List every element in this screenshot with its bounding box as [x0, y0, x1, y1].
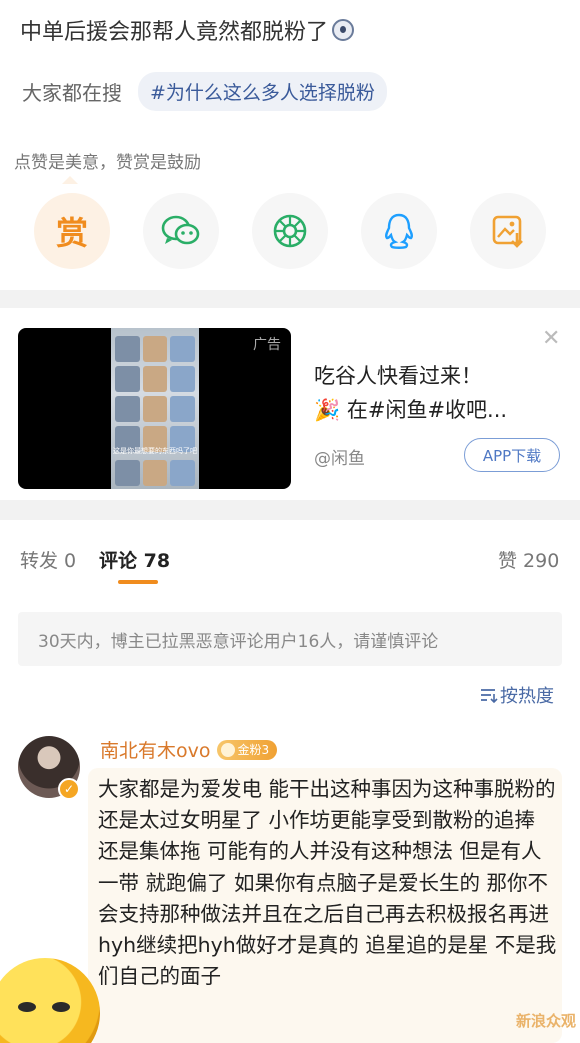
- comment-notice: 30天内，博主已拉黑恶意评论用户16人，请谨慎评论: [18, 612, 562, 666]
- ad-video-caption: 这是你最想要的东西吗了吧: [113, 447, 197, 455]
- moments-icon: [273, 214, 307, 248]
- ad-display-cabinet-image: 这是你最想要的东西吗了吧: [111, 328, 199, 489]
- fan-level-badge: 金粉3: [216, 739, 278, 760]
- share-bar: 赏: [34, 193, 546, 269]
- share-wechat-button[interactable]: [143, 193, 219, 269]
- reward-hint: 点赞是美意，赞赏是鼓励: [14, 153, 201, 173]
- close-icon[interactable]: ✕: [542, 326, 560, 351]
- party-popper-icon: 🎉: [314, 398, 341, 422]
- share-qq-button[interactable]: [361, 193, 437, 269]
- ad-badge: 广告: [253, 337, 281, 353]
- fan-badge-icon: [220, 742, 235, 757]
- watermark: 新浪众观: [516, 1012, 577, 1030]
- tooltip-caret: [62, 176, 78, 184]
- verified-icon: ✓: [58, 778, 80, 800]
- ad-subline-text: 在#闲鱼#收吧...: [346, 398, 508, 422]
- post-title-text: 中单后援会那帮人竟然都脱粉了: [20, 20, 329, 45]
- app-download-button[interactable]: APP下载: [464, 438, 560, 472]
- active-tab-indicator: [118, 580, 158, 584]
- weibo-post-page: 中单后援会那帮人竟然都脱粉了 大家都在搜 #为什么这么多人选择脱粉 点赞是美意，…: [0, 0, 580, 1043]
- shocked-face-icon: [332, 19, 355, 41]
- trending-search-label: 大家都在搜: [22, 81, 122, 105]
- save-image-icon: [492, 215, 523, 248]
- post-tabs: 转发 0 评论 78 赞 290: [0, 520, 580, 590]
- sort-icon: [481, 689, 498, 704]
- post-title: 中单后援会那帮人竟然都脱粉了: [20, 14, 355, 46]
- wechat-icon: [161, 215, 200, 245]
- trending-search-tag[interactable]: #为什么这么多人选择脱粉: [138, 72, 387, 111]
- tab-repost[interactable]: 转发 0: [20, 546, 76, 573]
- section-divider: [0, 500, 580, 520]
- reward-button[interactable]: 赏: [34, 193, 110, 269]
- section-divider: [0, 290, 580, 308]
- share-moments-button[interactable]: [252, 193, 328, 269]
- trending-search-row: 大家都在搜 #为什么这么多人选择脱粉: [22, 72, 387, 111]
- ad-video[interactable]: 这是你最想要的东西吗了吧 广告: [18, 328, 291, 489]
- fan-badge-label: 金粉3: [237, 743, 270, 757]
- ad-headline: 吃谷人快看过来！: [314, 364, 482, 388]
- ad-source[interactable]: @闲鱼: [314, 444, 365, 469]
- sort-label: 按热度: [500, 686, 554, 707]
- tab-likes[interactable]: 赞 290: [498, 546, 559, 573]
- comment-text: 大家都是为爱发电 能干出这种事因为这种事脱粉的 还是太过女明星了 小作坊更能享受…: [98, 777, 557, 989]
- sort-by-hot-button[interactable]: 按热度: [478, 682, 554, 708]
- ad-subline: 🎉 在#闲鱼#收吧...: [314, 394, 507, 424]
- qq-icon: [384, 213, 414, 249]
- comment-author-name: 南北有木ovo: [100, 740, 211, 762]
- smiley-sticker-icon: [0, 958, 100, 1043]
- reward-icon: 赏: [55, 214, 88, 252]
- save-image-button[interactable]: [470, 193, 546, 269]
- comment-author[interactable]: 南北有木ovo 金粉3: [100, 736, 278, 763]
- tab-comments[interactable]: 评论 78: [99, 546, 170, 573]
- ad-card[interactable]: 这是你最想要的东西吗了吧 广告 ✕ 吃谷人快看过来！ 🎉 在#闲鱼#收吧... …: [0, 308, 580, 500]
